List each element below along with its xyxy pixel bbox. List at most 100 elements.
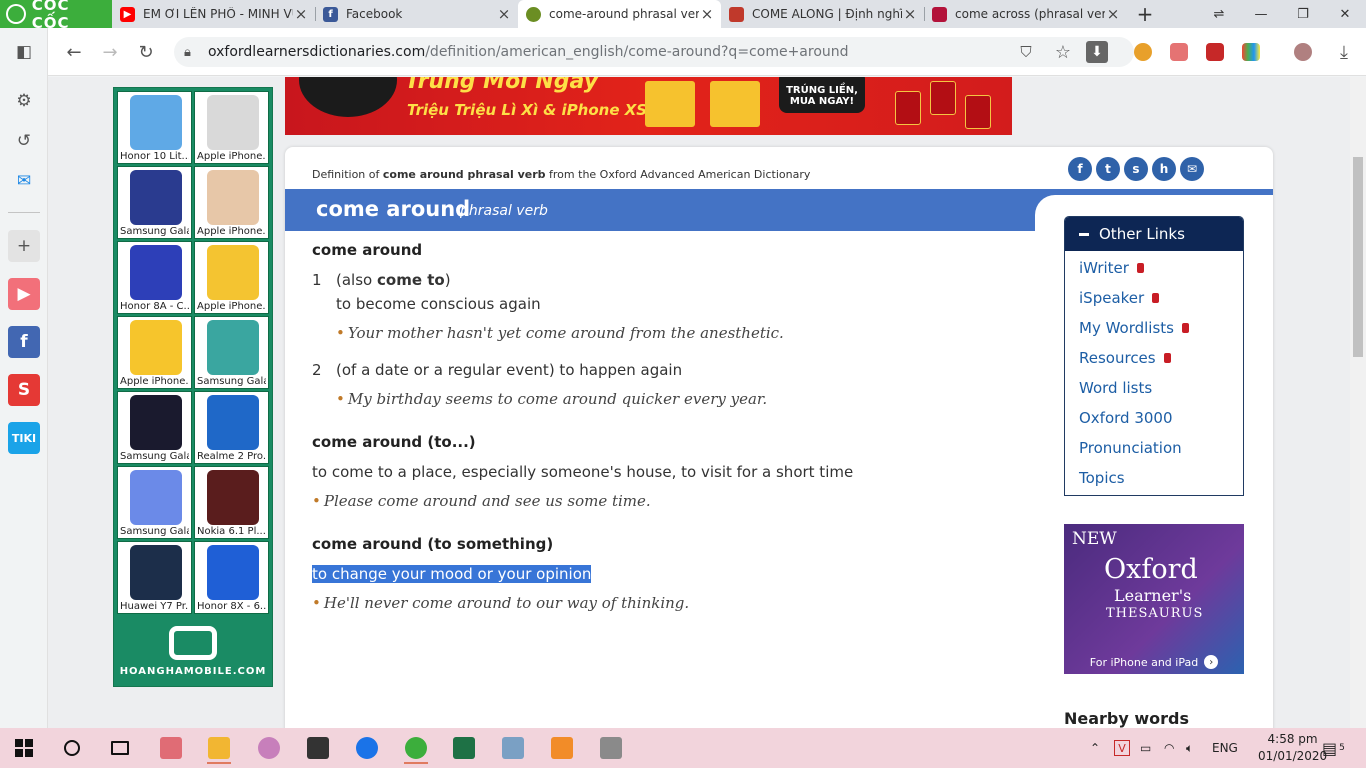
close-tab-icon[interactable]: × xyxy=(699,5,715,23)
entry-1: come around xyxy=(312,241,422,259)
page-scrollbar[interactable] xyxy=(1350,77,1366,728)
ad-phone-item[interactable]: Samsung Gala... xyxy=(117,466,192,539)
close-window-button[interactable]: ✕ xyxy=(1324,0,1366,28)
youtube-shortcut-icon[interactable]: ▶ xyxy=(8,278,40,310)
phone-image xyxy=(207,545,259,600)
back-arrow-icon[interactable]: ← xyxy=(60,38,88,66)
ad-phone-item[interactable]: Apple iPhone... xyxy=(194,91,269,164)
nescafe-banner-ad[interactable]: Trúng Mỗi Ngày Triệu Triệu Lì Xì & iPhon… xyxy=(285,77,1012,135)
excel-icon[interactable] xyxy=(448,732,480,764)
hoangha-logo[interactable]: HOANGHAMOBILE.COM xyxy=(114,616,272,686)
tab-cambridge[interactable]: COME ALONG | Định nghĩa × xyxy=(721,0,924,28)
profile-avatar[interactable] xyxy=(1294,43,1312,61)
forward-arrow-icon[interactable]: → xyxy=(96,38,124,66)
app-icon-2[interactable] xyxy=(253,732,285,764)
red-envelope-icon xyxy=(930,81,956,115)
tab-youtube[interactable]: ▶ EM ƠI LÊN PHỐ - MINH VU × xyxy=(112,0,315,28)
extension-color-icon[interactable] xyxy=(1242,43,1260,61)
ad-phone-item[interactable]: Apple iPhone... xyxy=(194,166,269,239)
tab-facebook[interactable]: f Facebook × xyxy=(315,0,518,28)
banner-cta[interactable]: TRÚNG LIỀN, MUA NGAY! xyxy=(779,77,865,113)
other-link-pronunciation[interactable]: Pronunciation xyxy=(1065,433,1243,463)
minimize-button[interactable]: — xyxy=(1240,0,1282,28)
thesaurus-ad[interactable]: NEW Oxford Learner's THESAURUS For iPhon… xyxy=(1064,524,1244,674)
tray-app-icon[interactable]: V xyxy=(1114,728,1130,768)
volume-icon[interactable]: 🔈︎ xyxy=(1186,728,1193,768)
download-icon[interactable]: ⬇ xyxy=(1086,41,1108,63)
settings-gear-icon[interactable]: ⚙ xyxy=(8,85,40,117)
app-icon-3[interactable] xyxy=(302,732,334,764)
coccoc-taskbar-icon[interactable] xyxy=(400,732,432,764)
app-icon-1[interactable] xyxy=(155,732,187,764)
close-tab-icon[interactable]: × xyxy=(293,5,309,23)
messenger-icon[interactable]: ✉ xyxy=(8,165,40,197)
other-link-ispeaker[interactable]: iSpeaker xyxy=(1065,283,1243,313)
facebook-share-icon[interactable]: f xyxy=(1068,157,1092,181)
hi-share-icon[interactable]: h xyxy=(1152,157,1176,181)
ad-phone-item[interactable]: Huawei Y7 Pr... xyxy=(117,541,192,614)
system-clock[interactable]: 4:58 pm 01/01/2020 xyxy=(1258,731,1327,765)
other-link-oxford-3000[interactable]: Oxford 3000 xyxy=(1065,403,1243,433)
tiki-shortcut-icon[interactable]: TIKI xyxy=(8,422,40,454)
restore-button[interactable]: ❐ xyxy=(1282,0,1324,28)
download-arrow-icon[interactable]: ⤓ xyxy=(1330,38,1358,66)
facebook-shortcut-icon[interactable]: f xyxy=(8,326,40,358)
close-tab-icon[interactable]: × xyxy=(902,5,918,23)
app-icon-5[interactable] xyxy=(546,732,578,764)
other-link-topics[interactable]: Topics xyxy=(1065,463,1243,493)
ad-phone-item[interactable]: Realme 2 Pro... xyxy=(194,391,269,464)
reload-icon[interactable]: ↻ xyxy=(132,38,160,66)
search-circle-icon[interactable] xyxy=(56,732,88,764)
address-bar[interactable]: 🔒︎ oxfordlearnersdictionaries.com/defini… xyxy=(174,37,1134,67)
other-links-header[interactable]: Other Links xyxy=(1065,217,1243,251)
task-view-icon[interactable] xyxy=(104,732,136,764)
scrollbar-thumb[interactable] xyxy=(1353,157,1363,357)
tab-list-icon[interactable]: ⇌ xyxy=(1198,0,1240,28)
tab-come-across[interactable]: come across (phrasal verb) × xyxy=(924,0,1127,28)
notification-center-icon[interactable]: ▤ 5 xyxy=(1322,728,1345,768)
close-tab-icon[interactable]: × xyxy=(496,5,512,23)
phone-caption: Nokia 6.1 Pl... xyxy=(197,526,266,537)
ad-phone-item[interactable]: Samsung Gala... xyxy=(117,166,192,239)
twitter-share-icon[interactable]: t xyxy=(1096,157,1120,181)
file-explorer-icon[interactable] xyxy=(203,732,235,764)
close-tab-icon[interactable]: × xyxy=(1105,5,1121,23)
windows-start-icon[interactable] xyxy=(8,732,40,764)
history-icon[interactable]: ↺ xyxy=(8,125,40,157)
ad-phone-item[interactable]: Samsung Gala... xyxy=(117,391,192,464)
ad-phone-item[interactable]: Honor 8A - C... xyxy=(117,241,192,314)
thesaurus-footer: For iPhone and iPad › xyxy=(1064,650,1244,674)
ad-phone-item[interactable]: Apple iPhone... xyxy=(194,241,269,314)
shield-icon[interactable]: ⛉ xyxy=(1012,38,1040,66)
extension-red-icon[interactable] xyxy=(1206,43,1224,61)
selected-definition[interactable]: to change your mood or your opinion xyxy=(312,565,592,583)
language-indicator[interactable]: ENG xyxy=(1212,728,1238,768)
extension-chrome-icon[interactable] xyxy=(1134,43,1152,61)
ad-phone-item[interactable]: Honor 10 Lit... xyxy=(117,91,192,164)
sidebar-toggle-icon[interactable]: ◧ xyxy=(8,36,40,68)
stumbleupon-share-icon[interactable]: s xyxy=(1124,157,1148,181)
wifi-icon[interactable]: ◠ xyxy=(1164,728,1174,768)
app-icon-4[interactable] xyxy=(497,732,529,764)
ad-phone-item[interactable]: Honor 8X - 6... xyxy=(194,541,269,614)
ad-phone-item[interactable]: Apple iPhone... xyxy=(117,316,192,389)
other-link-word-lists[interactable]: Word lists xyxy=(1065,373,1243,403)
add-shortcut-icon[interactable]: + xyxy=(8,230,40,262)
other-link-resources[interactable]: Resources xyxy=(1065,343,1243,373)
new-tab-button[interactable]: + xyxy=(1127,0,1163,28)
shopee-shortcut-icon[interactable]: S xyxy=(8,374,40,406)
other-link-my-wordlists[interactable]: My Wordlists xyxy=(1065,313,1243,343)
ad-phone-item[interactable]: Samsung Gala... xyxy=(194,316,269,389)
tab-oxford-active[interactable]: come-around phrasal verb × xyxy=(518,0,721,28)
app-icon-6[interactable] xyxy=(595,732,627,764)
other-link-iwriter[interactable]: iWriter xyxy=(1065,253,1243,283)
ad-phone-item[interactable]: Nokia 6.1 Pl... xyxy=(194,466,269,539)
extension-adblock-icon[interactable] xyxy=(1170,43,1188,61)
battery-icon[interactable]: ▭ xyxy=(1140,728,1151,768)
bookmark-star-icon[interactable]: ☆ xyxy=(1049,38,1077,66)
email-share-icon[interactable]: ✉ xyxy=(1180,157,1204,181)
hoangha-ad[interactable]: Honor 10 Lit... Apple iPhone... Samsung … xyxy=(113,87,273,687)
show-hidden-icons[interactable]: ⌃ xyxy=(1090,728,1100,768)
browser-logo[interactable]: CỐC CỐC xyxy=(0,0,112,32)
zalo-icon[interactable] xyxy=(351,732,383,764)
